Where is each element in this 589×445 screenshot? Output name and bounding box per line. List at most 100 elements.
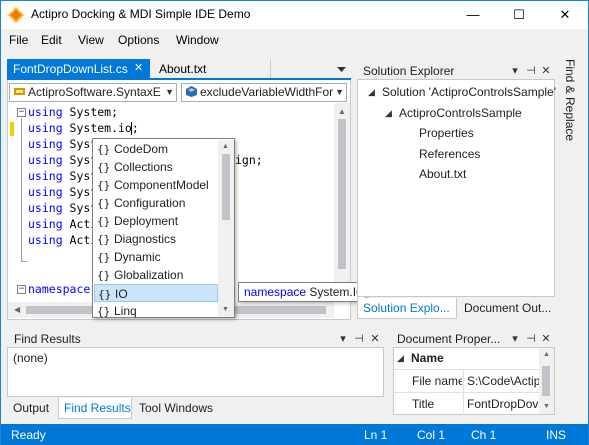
chevron-down-icon[interactable] xyxy=(337,65,346,73)
text-caret xyxy=(131,122,132,135)
completion-item[interactable]: {} Dynamic xyxy=(94,248,218,266)
code-line: namespace xyxy=(28,282,91,296)
tree-item-about[interactable]: About.txt xyxy=(419,167,466,181)
expand-arrow-icon[interactable]: ◢ xyxy=(385,108,392,119)
chevron-down-icon[interactable]: ▾ xyxy=(509,332,521,345)
tab-label: About.txt xyxy=(159,62,207,76)
fold-toggle[interactable]: − xyxy=(17,108,26,117)
maximize-button[interactable]: ☐ xyxy=(496,1,542,29)
collapse-arrow-icon[interactable]: ◢ xyxy=(397,353,404,364)
tab-label: FontDropDownList.cs xyxy=(13,62,128,76)
completion-item[interactable]: {} Collections xyxy=(94,158,218,176)
properties-scrollbar[interactable]: ▲ ▼ xyxy=(539,348,554,414)
scroll-up-icon[interactable]: ▲ xyxy=(543,351,550,358)
menu-window[interactable]: Window xyxy=(176,33,219,47)
menu-file[interactable]: File xyxy=(9,33,28,47)
tree-item-solution[interactable]: Solution 'ActiproControlsSample' xyxy=(382,85,556,99)
completion-item[interactable]: {} Globalization xyxy=(94,266,218,284)
completion-item[interactable]: {} CodeDom xyxy=(94,140,218,158)
tab-close-icon[interactable]: ✕ xyxy=(134,61,143,74)
type-combo[interactable]: ActiproSoftware.SyntaxE ▼ xyxy=(9,83,177,102)
chevron-down-icon: ▼ xyxy=(335,87,344,97)
scroll-thumb[interactable] xyxy=(542,366,550,396)
find-results-panel[interactable] xyxy=(7,347,384,397)
completion-item[interactable]: {} Diagnostics xyxy=(94,230,218,248)
minimize-button[interactable]: — xyxy=(450,1,496,29)
completion-item[interactable]: {} Configuration xyxy=(94,194,218,212)
tree-item-references[interactable]: References xyxy=(419,147,480,161)
menu-options[interactable]: Options xyxy=(118,33,159,47)
menu-edit[interactable]: Edit xyxy=(41,33,62,47)
code-line: using Syst xyxy=(28,153,98,167)
fold-toggle[interactable]: − xyxy=(17,285,26,294)
tree-item-properties[interactable]: Properties xyxy=(419,126,474,140)
chevron-down-icon: ▼ xyxy=(165,87,174,97)
type-combo-value: ActiproSoftware.SyntaxE xyxy=(28,85,161,99)
tree-item-project[interactable]: ActiproControlsSample xyxy=(399,106,522,120)
completion-list[interactable]: {} CodeDom {} Collections {} ComponentModel… xyxy=(92,138,235,318)
find-replace-side-tab[interactable]: Find & Replace xyxy=(560,57,582,153)
scroll-thumb[interactable] xyxy=(338,119,346,269)
code-line: using System.io; xyxy=(28,121,139,135)
close-icon[interactable]: ✕ xyxy=(369,332,381,345)
pin-icon[interactable]: ⊣ xyxy=(353,332,365,345)
member-combo[interactable]: excludeVariableWidthFor ▼ xyxy=(181,83,347,102)
code-line: using System; xyxy=(28,105,119,119)
status-ready: Ready xyxy=(11,428,46,442)
namespace-icon: {} xyxy=(97,233,111,246)
app-logo-icon xyxy=(8,7,24,23)
chevron-down-icon[interactable]: ▾ xyxy=(509,64,521,77)
code-line: using Acti xyxy=(28,217,98,231)
chevron-down-icon[interactable]: ▾ xyxy=(337,332,349,345)
scroll-down-icon[interactable]: ▼ xyxy=(543,403,550,410)
completion-scrollbar[interactable]: ▲ ▼ xyxy=(218,140,234,317)
pin-icon[interactable]: ⊣ xyxy=(525,332,537,345)
scroll-down-icon[interactable]: ▼ xyxy=(222,306,229,313)
code-line: using Syst xyxy=(28,137,98,151)
scroll-thumb[interactable] xyxy=(222,154,230,220)
completion-item[interactable]: {} Deployment xyxy=(94,212,218,230)
tab-find-results[interactable]: Find Results xyxy=(58,398,132,419)
completion-item-selected[interactable]: {} IO xyxy=(94,284,218,302)
close-icon[interactable]: ✕ xyxy=(540,332,552,345)
tab-solution-explorer[interactable]: Solution Explo... xyxy=(357,298,457,319)
fold-guide-end xyxy=(21,261,27,262)
completion-item[interactable]: {} ComponentModel xyxy=(94,176,218,194)
status-char: Ch 1 xyxy=(471,428,497,442)
namespace-icon: {} xyxy=(97,269,111,282)
namespace-icon: {} xyxy=(97,215,111,228)
quick-info-tooltip: namespace System.IO xyxy=(238,282,366,302)
namespace-icon: {} xyxy=(97,179,111,192)
document-properties-title: Document Proper... xyxy=(397,332,501,346)
scroll-up-icon[interactable]: ▲ xyxy=(222,143,229,150)
menu-view[interactable]: View xyxy=(78,33,104,47)
namespace-icon: {} xyxy=(97,197,111,210)
close-window-button[interactable]: ✕ xyxy=(542,1,588,29)
code-line: using Syst xyxy=(28,169,98,183)
scroll-left-icon[interactable]: ◀ xyxy=(14,305,20,314)
tab-document-outline[interactable]: Document Out... xyxy=(459,298,557,319)
tab-about-txt[interactable]: About.txt xyxy=(151,59,271,79)
member-combo-value: excludeVariableWidthFor xyxy=(200,85,334,99)
tab-tool-windows[interactable]: Tool Windows xyxy=(134,398,220,419)
completion-item[interactable]: {} Linq xyxy=(94,302,218,320)
pin-icon[interactable]: ⊣ xyxy=(525,64,537,77)
property-value[interactable]: S:\Code\Actip xyxy=(467,374,539,388)
app-window: Actipro Docking & MDI Simple IDE Demo — … xyxy=(0,0,589,445)
status-column: Col 1 xyxy=(417,428,446,442)
tab-output[interactable]: Output xyxy=(8,398,56,419)
property-name: File name xyxy=(412,374,462,388)
property-value[interactable]: FontDropDov xyxy=(467,397,539,411)
code-line: using Syst xyxy=(28,185,98,199)
grid-divider xyxy=(394,369,539,370)
status-line: Ln 1 xyxy=(364,428,388,442)
status-insert-mode: INS xyxy=(546,428,567,442)
find-results-title: Find Results xyxy=(14,332,81,346)
scroll-up-icon[interactable]: ▲ xyxy=(338,107,346,116)
expand-arrow-icon[interactable]: ◢ xyxy=(368,87,375,98)
editor-vertical-scrollbar[interactable]: ▲ ▼ xyxy=(334,103,350,302)
namespace-icon: {} xyxy=(97,143,111,156)
close-icon[interactable]: ✕ xyxy=(540,64,552,77)
fold-guide xyxy=(21,118,22,262)
tab-fontdropdownlist[interactable]: FontDropDownList.cs xyxy=(7,59,150,79)
